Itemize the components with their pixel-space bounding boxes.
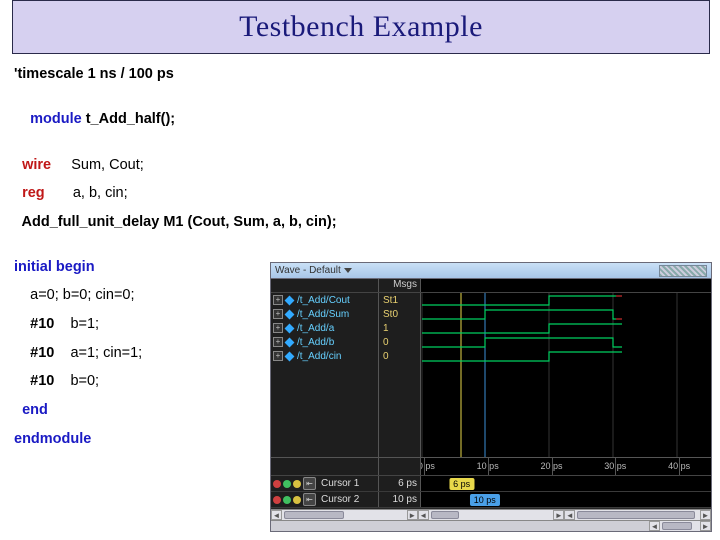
end-keyword: end	[22, 402, 48, 418]
reg-keyword: reg	[22, 185, 45, 201]
waveform-window: Wave - Default Msgs + /t_Add/Cout + /t_Add/…	[270, 262, 712, 532]
stmt-1: b=1;	[70, 316, 99, 332]
tick-label: 40 ps	[668, 461, 690, 471]
cursor-label: Cursor 1	[321, 478, 359, 489]
expand-icon[interactable]: +	[273, 351, 283, 361]
expand-icon[interactable]: +	[273, 337, 283, 347]
signal-icon	[285, 309, 295, 319]
hscroll-bottom[interactable]: ◄ ►	[271, 520, 711, 531]
scroll-right-icon[interactable]: ►	[700, 521, 711, 531]
cursor-chip[interactable]: 10 ps	[470, 494, 500, 506]
slide-title-band: Testbench Example	[12, 0, 710, 54]
signal-row[interactable]: + /t_Add/b	[271, 335, 378, 349]
signal-value: 0	[379, 349, 420, 363]
cursor-row[interactable]: ⇤ Cursor 2 10 ps 10 ps	[271, 492, 711, 508]
waveform-footer: 00 ps 10 ps 20 ps 30 ps 40 ps ⇤ Cursor 1 6 ps 6…	[271, 457, 711, 531]
signal-name: /t_Add/Sum	[297, 309, 378, 320]
signal-name: /t_Add/cin	[297, 351, 378, 362]
module-keyword: module	[30, 111, 82, 127]
scroll-left-icon[interactable]: ◄	[271, 510, 282, 520]
cursor-nav-button[interactable]: ⇤	[303, 493, 316, 506]
signal-icon	[285, 351, 295, 361]
signal-values-column: St1St0100	[379, 293, 421, 457]
waveform-header: Msgs	[271, 279, 711, 293]
cursor-nav-button[interactable]: ⇤	[303, 477, 316, 490]
dot-icon[interactable]	[293, 480, 301, 488]
signal-icon	[285, 337, 295, 347]
cursor-chip[interactable]: 6 ps	[449, 478, 474, 490]
tick-label: 00 ps	[421, 461, 435, 471]
endmodule-keyword: endmodule	[14, 431, 91, 447]
wire-keyword: wire	[22, 157, 51, 173]
delay-3: #10	[30, 373, 54, 389]
cursor-value: 6 ps	[379, 476, 421, 491]
init-assigns: a=0; b=0; cin=0;	[30, 287, 134, 303]
tick-label: 10 ps	[477, 461, 499, 471]
scrollbars: ◄ ► ◄ ► ◄ ► ◄ ►	[271, 509, 711, 531]
waveform-title-text: Wave - Default	[275, 265, 341, 276]
scroll-right-icon[interactable]: ►	[553, 510, 564, 520]
dot-icon[interactable]	[293, 496, 301, 504]
waveform-body: + /t_Add/Cout + /t_Add/Sum + /t_Add/a + /t_Add/…	[271, 293, 711, 457]
slide-title: Testbench Example	[239, 10, 483, 44]
dot-icon[interactable]	[283, 480, 291, 488]
dot-icon[interactable]	[273, 496, 281, 504]
expand-icon[interactable]: +	[273, 295, 283, 305]
signal-names-column: + /t_Add/Cout + /t_Add/Sum + /t_Add/a + /t_Add/…	[271, 293, 379, 457]
initial-keyword: initial begin	[14, 259, 95, 275]
module-name: t_Add_half();	[82, 111, 175, 127]
signal-icon	[285, 323, 295, 333]
stmt-3: b=0;	[70, 373, 99, 389]
delay-1: #10	[30, 316, 54, 332]
delay-2: #10	[30, 345, 54, 361]
waveform-svg	[421, 293, 711, 457]
msgs-label: Msgs	[379, 279, 421, 292]
wire-decl: Sum, Cout;	[71, 157, 144, 173]
expand-icon[interactable]: +	[273, 323, 283, 333]
scroll-left-icon[interactable]: ◄	[564, 510, 575, 520]
stmt-2: a=1; cin=1;	[70, 345, 142, 361]
waveform-plot[interactable]	[421, 293, 711, 457]
waveform-titlebar[interactable]: Wave - Default	[271, 263, 711, 279]
signal-value: 1	[379, 321, 420, 335]
timescale-line: 'timescale 1 ns / 100 ps	[14, 66, 337, 83]
expand-icon[interactable]: +	[273, 309, 283, 319]
dropdown-icon[interactable]	[344, 268, 352, 273]
hscroll-names[interactable]: ◄ ► ◄ ► ◄ ►	[271, 509, 711, 520]
signal-value: St1	[379, 293, 420, 307]
titlebar-grip[interactable]	[659, 265, 707, 277]
dot-icon[interactable]	[273, 480, 281, 488]
signal-name: /t_Add/Cout	[297, 295, 378, 306]
scroll-right-icon[interactable]: ►	[407, 510, 418, 520]
cursor-label: Cursor 2	[321, 494, 359, 505]
reg-decl: a, b, cin;	[73, 185, 128, 201]
scroll-left-icon[interactable]: ◄	[418, 510, 429, 520]
tick-label: 30 ps	[604, 461, 626, 471]
signal-value: 0	[379, 335, 420, 349]
signal-name: /t_Add/b	[297, 337, 378, 348]
signal-row[interactable]: + /t_Add/Sum	[271, 307, 378, 321]
tick-label: 20 ps	[540, 461, 562, 471]
scroll-left-icon[interactable]: ◄	[649, 521, 660, 531]
signal-row[interactable]: + /t_Add/a	[271, 321, 378, 335]
signal-row[interactable]: + /t_Add/cin	[271, 349, 378, 363]
signal-name: /t_Add/a	[297, 323, 378, 334]
signal-value: St0	[379, 307, 420, 321]
instance-line: Add_full_unit_delay M1 (Cout, Sum, a, b,…	[22, 214, 337, 230]
signal-row[interactable]: + /t_Add/Cout	[271, 293, 378, 307]
timescale-row: 00 ps 10 ps 20 ps 30 ps 40 ps	[271, 458, 711, 476]
dot-icon[interactable]	[283, 496, 291, 504]
cursor-row[interactable]: ⇤ Cursor 1 6 ps 6 ps	[271, 476, 711, 492]
signal-icon	[285, 295, 295, 305]
scroll-right-icon[interactable]: ►	[700, 510, 711, 520]
cursor-value: 10 ps	[379, 492, 421, 507]
